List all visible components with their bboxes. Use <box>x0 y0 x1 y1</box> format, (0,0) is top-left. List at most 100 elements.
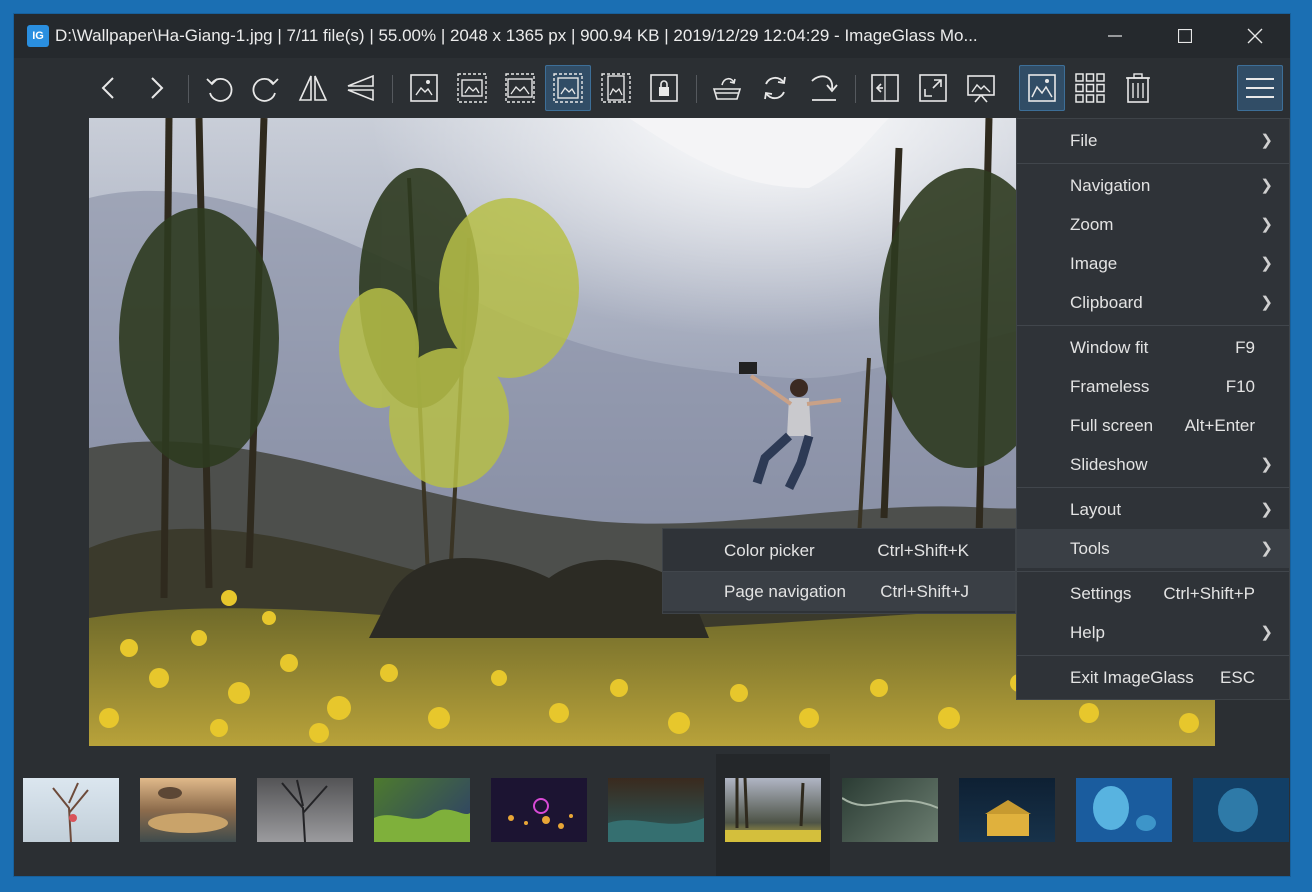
window-fit-icon <box>871 74 899 102</box>
flip-vertical-icon <box>347 74 374 102</box>
menu-separator <box>1017 571 1289 572</box>
thumbnail-image <box>1093 786 1156 831</box>
previous-image-button[interactable] <box>86 65 132 111</box>
menu-item-label: Exit ImageGlass <box>1070 668 1194 687</box>
close-button[interactable] <box>1220 14 1290 58</box>
menu-item-label: Zoom <box>1070 215 1114 234</box>
menu-item-settings[interactable]: Settings Ctrl+Shift+P <box>1017 574 1289 613</box>
full-screen-button[interactable] <box>910 65 956 111</box>
chevron-right-icon: ❯ <box>1260 255 1273 272</box>
actual-size-button[interactable] <box>401 65 447 111</box>
menu-item-shortcut: Alt+Enter <box>1184 416 1255 435</box>
delete-button[interactable] <box>1115 65 1161 111</box>
menu-separator <box>1017 163 1289 164</box>
lock-zoom-button[interactable] <box>641 65 687 111</box>
menu-item-window-fit[interactable]: Window fit F9 <box>1017 328 1289 367</box>
chevron-right-icon: ❯ <box>1260 216 1273 233</box>
image-view-icon <box>1028 74 1056 102</box>
thumbnail-image <box>281 779 328 842</box>
menu-item-image[interactable]: Image ❯ <box>1017 244 1289 283</box>
toolbar-separator <box>392 75 393 103</box>
menu-item-label: Color picker <box>724 541 815 560</box>
show-viewer-button[interactable] <box>1019 65 1065 111</box>
flip-vertical-button[interactable] <box>337 65 383 111</box>
slideshow-icon <box>967 75 995 103</box>
main-menu-button[interactable] <box>1237 65 1283 111</box>
thumbnail-image <box>1218 788 1258 832</box>
hamburger-menu-icon <box>1246 78 1274 98</box>
thumbnail-item[interactable] <box>842 778 938 842</box>
flip-horizontal-button[interactable] <box>290 65 336 111</box>
window-title: D:\Wallpaper\Ha-Giang-1.jpg | 7/11 file(… <box>55 26 978 45</box>
menu-item-label: Window fit <box>1070 338 1149 357</box>
menu-item-exit[interactable]: Exit ImageGlass ESC <box>1017 658 1289 697</box>
chevron-right-icon: ❯ <box>1260 177 1273 194</box>
thumbnail-item[interactable] <box>374 778 470 842</box>
window-fit-button[interactable] <box>862 65 908 111</box>
open-with-icon <box>712 77 742 100</box>
menu-item-full-screen[interactable]: Full screen Alt+Enter <box>1017 406 1289 445</box>
menu-separator <box>1017 487 1289 488</box>
chevron-right-icon: ❯ <box>1260 132 1273 149</box>
scale-to-fit-button[interactable] <box>545 65 591 111</box>
menu-item-shortcut: Ctrl+Shift+P <box>1163 584 1255 603</box>
rotate-left-icon <box>206 78 233 102</box>
next-image-button[interactable] <box>133 65 179 111</box>
menu-item-label: Full screen <box>1070 416 1154 435</box>
menu-item-color-picker[interactable]: Color picker Ctrl+Shift+K <box>663 531 1015 570</box>
scale-to-width-button[interactable] <box>497 65 543 111</box>
chevron-right-icon: ❯ <box>1260 294 1273 311</box>
menu-item-page-navigation[interactable]: Page navigation Ctrl+Shift+J <box>663 572 1015 611</box>
thumbnail-image <box>508 798 573 829</box>
menu-item-tools[interactable]: Tools ❯ <box>1017 529 1289 568</box>
rotate-right-button[interactable] <box>243 65 289 111</box>
go-to-image-button[interactable] <box>800 65 846 111</box>
close-icon <box>1247 28 1263 44</box>
rotate-left-button[interactable] <box>196 65 242 111</box>
thumbnail-item[interactable] <box>491 778 587 842</box>
menu-item-clipboard[interactable]: Clipboard ❯ <box>1017 283 1289 322</box>
toolbar-separator <box>188 75 189 103</box>
scale-to-height-icon <box>601 73 631 103</box>
menu-item-frameless[interactable]: Frameless F10 <box>1017 367 1289 406</box>
menu-item-zoom[interactable]: Zoom ❯ <box>1017 205 1289 244</box>
menu-item-help[interactable]: Help ❯ <box>1017 613 1289 652</box>
actual-size-icon <box>410 74 438 102</box>
thumbnail-item[interactable] <box>257 778 353 842</box>
thumbnail-item[interactable] <box>140 778 236 842</box>
thumbnail-item[interactable] <box>608 778 704 842</box>
menu-item-shortcut: Ctrl+Shift+K <box>877 541 969 560</box>
toolbar-separator <box>696 75 697 103</box>
slideshow-button[interactable] <box>958 65 1004 111</box>
main-menu: File ❯ Navigation ❯ Zoom ❯ Image ❯ Clipboard… <box>1016 118 1290 700</box>
menu-item-label: Tools <box>1070 539 1110 558</box>
maximize-button[interactable] <box>1150 14 1220 58</box>
menu-item-layout[interactable]: Layout ❯ <box>1017 490 1289 529</box>
thumbnail-item[interactable] <box>23 778 119 842</box>
thumbnail-bar-button[interactable] <box>1067 65 1113 111</box>
menu-item-slideshow[interactable]: Slideshow ❯ <box>1017 445 1289 484</box>
menu-item-navigation[interactable]: Navigation ❯ <box>1017 166 1289 205</box>
thumbnail-item[interactable] <box>1076 778 1172 842</box>
title-bar[interactable]: IG D:\Wallpaper\Ha-Giang-1.jpg | 7/11 fi… <box>14 14 1290 58</box>
refresh-button[interactable] <box>752 65 798 111</box>
app-icon[interactable]: IG <box>27 25 49 47</box>
rotate-right-icon <box>252 78 279 102</box>
menu-item-label: Help <box>1070 623 1105 642</box>
thumbnail-item[interactable] <box>959 778 1055 842</box>
scale-to-height-button[interactable] <box>593 65 639 111</box>
menu-item-label: Settings <box>1070 584 1132 603</box>
menu-separator <box>1017 325 1289 326</box>
grid-icon <box>1075 73 1105 103</box>
menu-item-label: Image <box>1070 254 1118 273</box>
thumbnail-item-selected[interactable] <box>725 778 821 842</box>
maximize-icon <box>1178 29 1192 43</box>
menu-item-file[interactable]: File ❯ <box>1017 121 1289 160</box>
thumbnail-item[interactable] <box>1193 778 1289 842</box>
scale-to-fit-icon <box>553 73 583 103</box>
open-with-button[interactable] <box>704 65 750 111</box>
auto-zoom-button[interactable] <box>449 65 495 111</box>
minimize-button[interactable] <box>1080 14 1150 58</box>
menu-item-shortcut: F10 <box>1225 377 1255 396</box>
imageglass-window: IG D:\Wallpaper\Ha-Giang-1.jpg | 7/11 fi… <box>14 14 1290 876</box>
